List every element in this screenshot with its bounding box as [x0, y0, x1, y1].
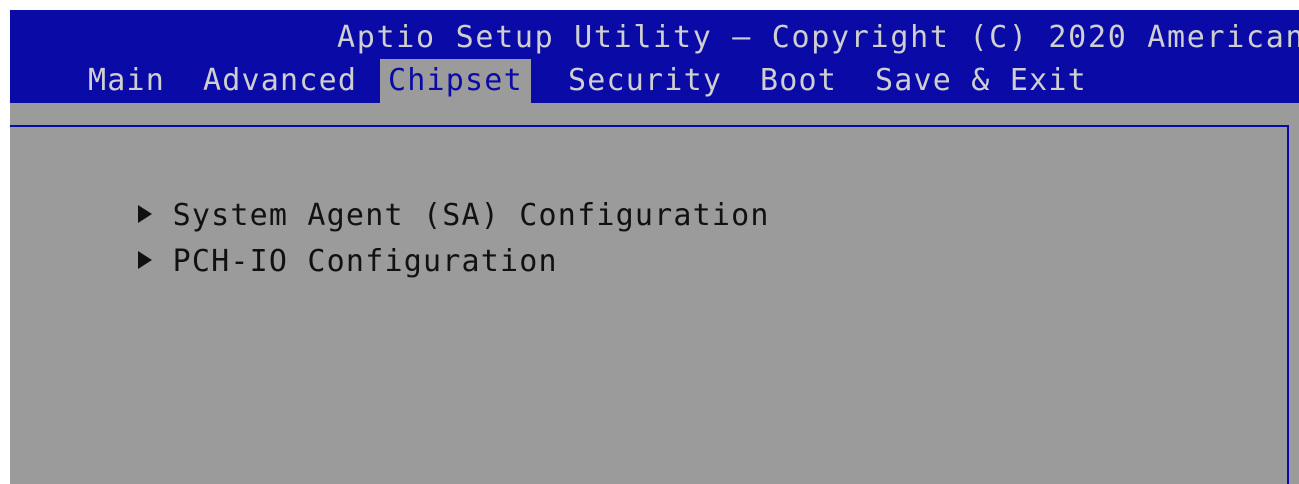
- main-tabs: Main Advanced Chipset Security Boot Save…: [10, 59, 1299, 103]
- header-separator: [10, 103, 1299, 125]
- tab-security[interactable]: Security: [560, 59, 730, 103]
- utility-title: Aptio Setup Utility – Copyright (C) 2020…: [337, 20, 1299, 55]
- chipset-menu-panel: System Agent (SA) Configuration PCH-IO C…: [10, 125, 1289, 484]
- menu-item-label: PCH-IO Configuration: [172, 244, 558, 279]
- header-bar: Aptio Setup Utility – Copyright (C) 2020…: [10, 10, 1299, 103]
- tab-chipset[interactable]: Chipset: [380, 59, 531, 103]
- tab-save-exit[interactable]: Save & Exit: [867, 59, 1095, 103]
- tab-advanced[interactable]: Advanced: [195, 59, 365, 103]
- bios-setup-screen: Aptio Setup Utility – Copyright (C) 2020…: [10, 10, 1299, 484]
- tab-main[interactable]: Main: [80, 59, 173, 103]
- submenu-arrow-icon: [137, 250, 152, 269]
- menu-item-pch-io-configuration[interactable]: PCH-IO Configuration: [22, 199, 558, 279]
- tab-boot[interactable]: Boot: [752, 59, 845, 103]
- menu-item-system-agent-configuration[interactable]: System Agent (SA) Configuration: [22, 153, 770, 233]
